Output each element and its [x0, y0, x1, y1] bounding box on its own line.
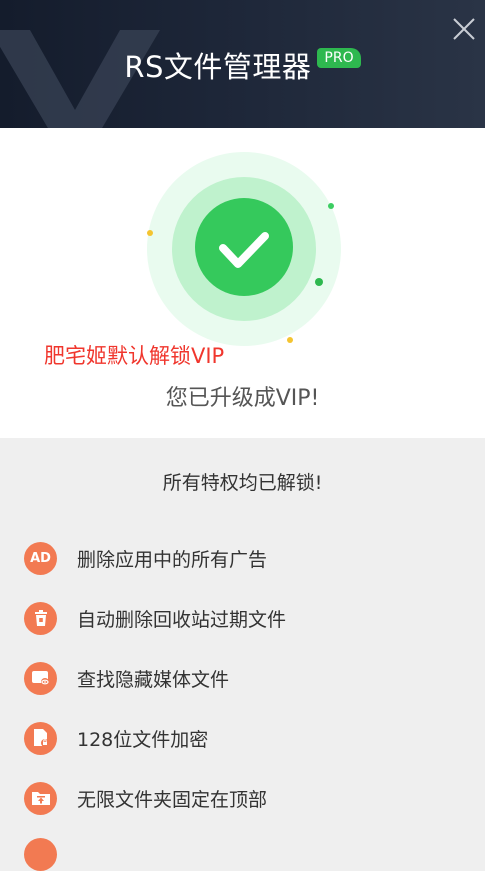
vip-upgraded-message: 您已升级成VIP!	[165, 386, 320, 411]
benefit-item-pin-folders: 无限文件夹固定在顶部	[24, 781, 267, 815]
benefit-item-auto-clean-trash: 自动删除回收站过期文件	[24, 601, 286, 635]
benefit-item-hidden-media: 查找隐藏媒体文件	[24, 661, 229, 695]
app-header: RS文件管理器 PRO	[0, 0, 485, 128]
ad-icon: AD	[24, 541, 57, 575]
lock-file-icon	[24, 721, 57, 755]
vip-check-badge	[147, 152, 341, 346]
benefit-item-file-encryption: 128位文件加密	[24, 721, 208, 755]
benefit-label: 无限文件夹固定在顶部	[77, 788, 268, 811]
benefit-label: 查找隐藏媒体文件	[77, 668, 230, 691]
benefit-item-partial-icon	[24, 838, 57, 871]
title-wrap: RS文件管理器 PRO	[0, 44, 485, 86]
benefits-heading: 所有特权均已解锁!	[162, 472, 323, 494]
pin-folder-icon	[24, 781, 57, 815]
close-icon[interactable]	[451, 16, 477, 42]
vip-status-panel: 肥宅姬默认解锁VIP 您已升级成VIP!	[0, 128, 485, 438]
benefit-label: 128位文件加密	[77, 728, 209, 751]
benefit-item-remove-ads: AD 删除应用中的所有广告	[24, 541, 267, 575]
hidden-media-icon	[24, 661, 57, 695]
unlock-overlay-text: 肥宅姬默认解锁VIP	[44, 344, 225, 368]
app-title: RS文件管理器	[124, 50, 312, 84]
trash-icon	[24, 601, 57, 635]
pro-badge: PRO	[317, 48, 361, 68]
benefit-label: 自动删除回收站过期文件	[77, 608, 287, 631]
benefit-label: 删除应用中的所有广告	[77, 548, 268, 571]
